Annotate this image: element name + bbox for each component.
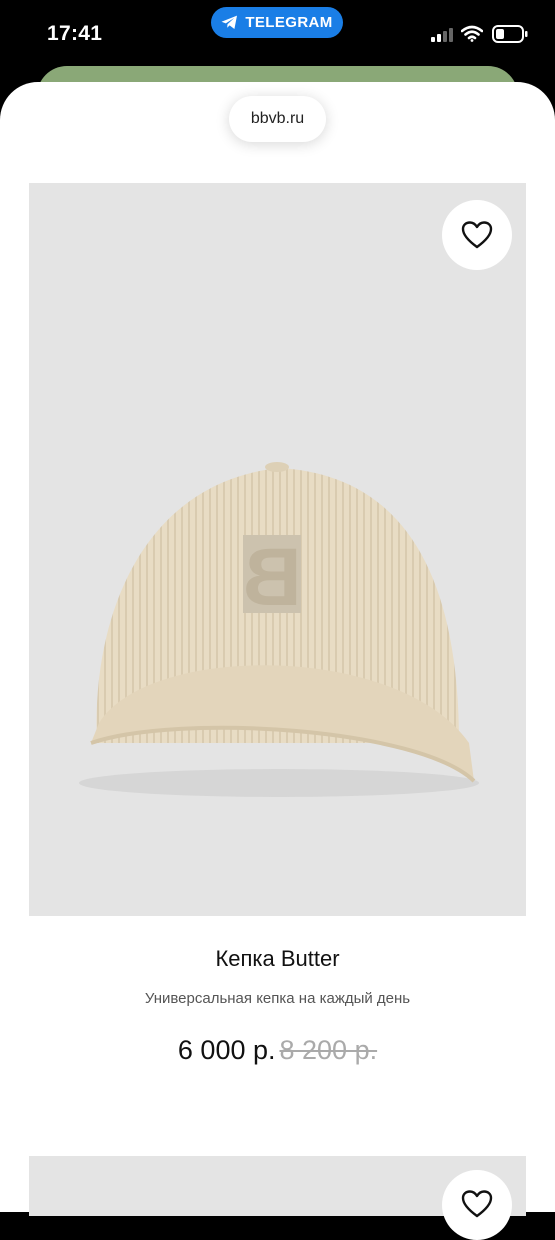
url-bar[interactable]: bbvb.ru (229, 96, 326, 142)
product-image[interactable]: B (29, 183, 526, 916)
telegram-pill-label: TELEGRAM (245, 14, 333, 31)
battery-icon (492, 25, 528, 43)
svg-text:B: B (242, 532, 301, 623)
status-time: 17:41 (47, 22, 103, 45)
status-bar: 17:41 TELEGRAM (0, 0, 555, 70)
product-description: Универсальная кепка на каждый день (144, 990, 411, 1007)
current-price: 6 000 р. (177, 1035, 276, 1065)
heart-icon (461, 221, 493, 249)
heart-icon (461, 1190, 493, 1218)
telegram-return-pill[interactable]: TELEGRAM (211, 7, 343, 38)
next-favorite-button[interactable] (442, 1170, 512, 1240)
cap-product-image: B (79, 462, 479, 797)
favorite-button[interactable] (442, 200, 512, 270)
product-price: 6 000 р. 8 200 р. (0, 1035, 555, 1066)
url-text: bbvb.ru (250, 110, 305, 127)
wifi-icon (461, 25, 483, 42)
signal-icon (431, 28, 453, 42)
telegram-icon (221, 15, 238, 29)
old-price: 8 200 р. (279, 1035, 378, 1065)
product-title[interactable]: Кепка Butter (0, 946, 555, 972)
